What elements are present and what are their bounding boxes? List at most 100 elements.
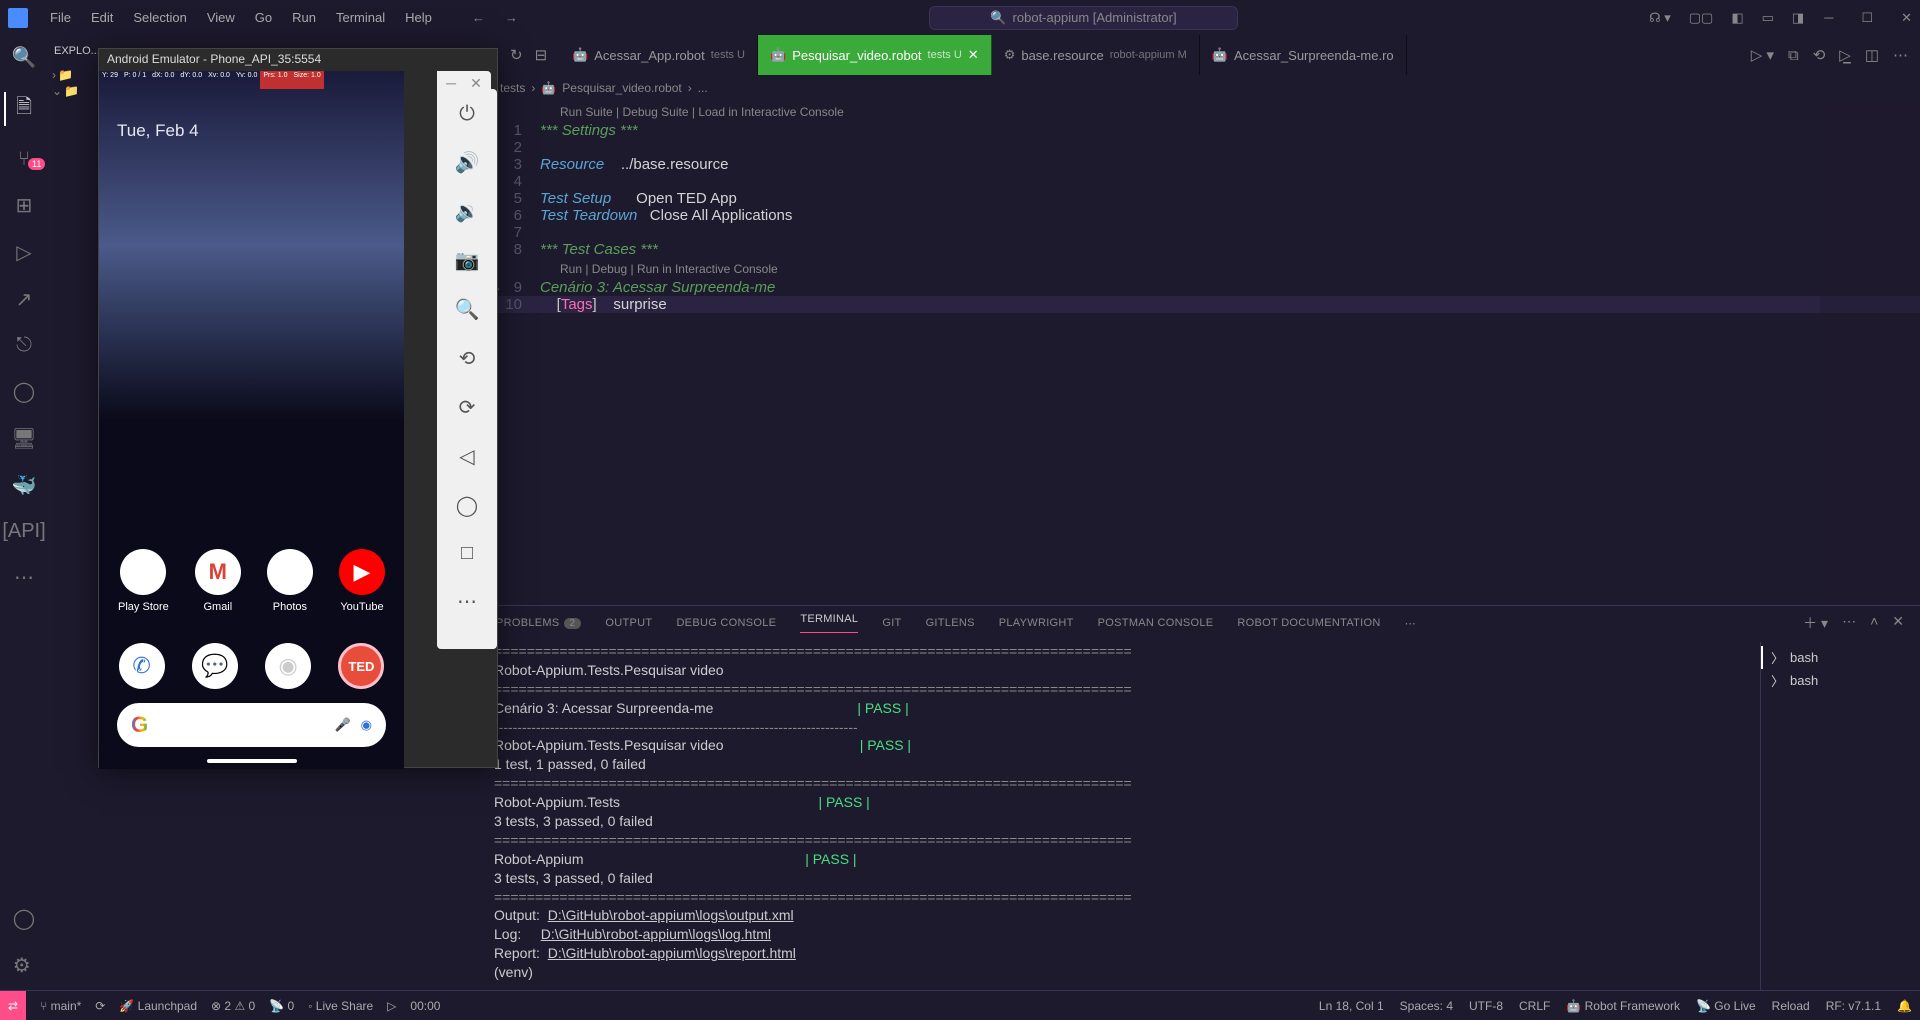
terminal-item[interactable]: 〉bash: [1761, 646, 1916, 669]
panel-tab-terminal[interactable]: TERMINAL: [800, 613, 858, 633]
menu-run[interactable]: Run: [282, 10, 326, 25]
emulator-back-icon[interactable]: ◁: [459, 444, 474, 469]
more-activity-icon[interactable]: ⋯: [14, 565, 34, 590]
panel-tab-debug-console[interactable]: DEBUG CONSOLE: [676, 617, 776, 629]
github-activity-icon[interactable]: ◯: [13, 379, 35, 404]
terminal[interactable]: ========================================…: [494, 642, 1750, 986]
emulator-close-icon[interactable]: ✕: [470, 75, 482, 92]
app-youtube[interactable]: ▶YouTube: [339, 549, 385, 613]
emulator-more-icon[interactable]: ⋯: [457, 589, 477, 614]
panel-tab-playwright[interactable]: PLAYWRIGHT: [999, 617, 1074, 629]
panel-maximize-icon[interactable]: ˄: [1870, 613, 1878, 633]
app-play-store[interactable]: ▶Play Store: [118, 549, 169, 613]
tree-row[interactable]: ⌄📁: [48, 83, 103, 99]
status-liveshare[interactable]: ◦ Live Share: [308, 999, 373, 1013]
app-ted[interactable]: TED: [338, 643, 384, 689]
status-reload[interactable]: Reload: [1772, 999, 1810, 1013]
status-golive[interactable]: 📡 Go Live: [1696, 999, 1756, 1013]
emulator-volume-down-icon[interactable]: 🔉: [455, 199, 480, 224]
panel-more-icon[interactable]: ⋯: [1842, 613, 1856, 633]
search-activity-icon[interactable]: 🔍: [12, 45, 37, 70]
new-terminal-icon[interactable]: ＋ ▾: [1803, 613, 1828, 633]
emulator-overview-icon[interactable]: □: [461, 542, 473, 565]
android-emulator-window[interactable]: Android Emulator - Phone_API_35:5554 ─ ✕…: [98, 48, 498, 768]
api-activity-icon[interactable]: [API]: [2, 520, 45, 543]
window-close-icon[interactable]: ✕: [1901, 10, 1912, 26]
codelens-suite[interactable]: Run Suite | Debug Suite | Load in Intera…: [480, 101, 1920, 122]
history-icon[interactable]: ⟲: [1813, 46, 1826, 64]
account-icon[interactable]: ◯: [13, 906, 35, 931]
panel-close-icon[interactable]: ✕: [1892, 613, 1904, 633]
emulator-screenshot-icon[interactable]: 📷: [455, 248, 480, 273]
menu-terminal[interactable]: Terminal: [326, 10, 395, 25]
status-bell-icon[interactable]: 🔔: [1897, 999, 1912, 1013]
breadcrumb-item[interactable]: tests: [500, 81, 525, 95]
source-control-activity-icon[interactable]: ⑂11: [18, 148, 30, 171]
emulator-zoom-icon[interactable]: 🔍: [455, 297, 480, 322]
layout-editor-icon[interactable]: ▢▢: [1689, 10, 1714, 26]
copilot-icon[interactable]: ☊ ▾: [1649, 10, 1671, 26]
panel-tab-problems[interactable]: PROBLEMS2: [496, 617, 581, 629]
panel-tab-robot-doc[interactable]: ROBOT DOCUMENTATION: [1237, 617, 1380, 629]
panel-tab-postman[interactable]: POSTMAN CONSOLE: [1098, 617, 1214, 629]
status-debug-start[interactable]: ▷: [387, 999, 396, 1013]
terminal-item[interactable]: 〉bash: [1765, 669, 1916, 692]
menu-file[interactable]: File: [40, 10, 81, 25]
status-cursor[interactable]: Ln 18, Col 1: [1319, 999, 1384, 1013]
command-center[interactable]: 🔍 robot-appium [Administrator]: [929, 6, 1237, 30]
split-editor-icon[interactable]: ◫: [1865, 46, 1879, 64]
status-language[interactable]: 🤖 Robot Framework: [1566, 999, 1680, 1013]
tab-acessar-surpreenda[interactable]: 🤖 Acessar_Surpreenda-me.ro: [1200, 35, 1407, 75]
codelens-testcase[interactable]: Run | Debug | Run in Interactive Console: [480, 258, 1920, 279]
layout-sidebar-left-icon[interactable]: ◧: [1731, 10, 1743, 26]
layout-sidebar-right-icon[interactable]: ◨: [1792, 10, 1804, 26]
settings-gear-icon[interactable]: ⚙: [13, 953, 35, 978]
emulator-power-icon[interactable]: ⏻: [459, 103, 475, 126]
status-rf-version[interactable]: RF: v7.1.1: [1826, 999, 1881, 1013]
status-problems[interactable]: ⊗ 2 ⚠ 0: [211, 999, 255, 1013]
code-editor[interactable]: Run Suite | Debug Suite | Load in Intera…: [480, 101, 1920, 605]
menu-help[interactable]: Help: [395, 10, 442, 25]
lens-icon[interactable]: ◉: [361, 717, 372, 733]
app-photos[interactable]: ✿Photos: [267, 549, 313, 613]
tab-base-resource[interactable]: ⚙ base.resource robot-appium M: [992, 35, 1200, 75]
status-spaces[interactable]: Spaces: 4: [1400, 999, 1453, 1013]
panel-tab-output[interactable]: OUTPUT: [605, 617, 652, 629]
app-chrome[interactable]: ◉: [265, 643, 311, 689]
emulator-search-bar[interactable]: G 🎤 ◉: [117, 703, 386, 747]
emulator-home-icon[interactable]: ◯: [456, 493, 478, 518]
menu-go[interactable]: Go: [245, 10, 282, 25]
window-minimize-icon[interactable]: ─: [1824, 10, 1833, 26]
nav-forward-icon[interactable]: →: [505, 10, 518, 25]
panel-tab-overflow-icon[interactable]: ⋯: [1405, 617, 1416, 630]
minimap[interactable]: [1820, 101, 1920, 605]
window-maximize-icon[interactable]: ☐: [1861, 10, 1873, 26]
remote-activity-icon[interactable]: ⎋: [16, 334, 32, 357]
nav-back-icon[interactable]: ←: [472, 10, 485, 25]
run-alt-icon[interactable]: ▷̲: [1839, 46, 1851, 64]
tab-close-icon[interactable]: ✕: [968, 47, 979, 63]
status-encoding[interactable]: UTF-8: [1469, 999, 1503, 1013]
panel-tab-git[interactable]: GIT: [882, 617, 901, 629]
docker-activity-icon[interactable]: 🐳: [12, 473, 37, 498]
extensions-activity-icon[interactable]: ⊞: [16, 193, 33, 218]
menu-edit[interactable]: Edit: [81, 10, 123, 25]
share-activity-icon[interactable]: ↗: [16, 287, 33, 312]
emulator-rotate-right-icon[interactable]: ⟳: [459, 395, 476, 420]
status-ports[interactable]: 📡 0: [269, 999, 294, 1013]
tab-pesquisar-video[interactable]: 🤖 Pesquisar_video.robot tests U ✕: [758, 35, 992, 75]
remote-explorer-activity-icon[interactable]: 🖥: [11, 426, 36, 451]
remote-indicator[interactable]: ⇄: [0, 991, 26, 1020]
status-sync-icon[interactable]: ⟳: [95, 999, 105, 1013]
breadcrumbs[interactable]: tests› 🤖 Pesquisar_video.robot› ...: [480, 75, 1920, 101]
run-debug-activity-icon[interactable]: ▷: [16, 240, 31, 265]
emulator-volume-up-icon[interactable]: 🔊: [455, 150, 480, 175]
collapse-icon[interactable]: ⊟: [535, 46, 548, 64]
status-branch[interactable]: ⑂ main*: [40, 999, 81, 1013]
tree-row[interactable]: ›📁: [48, 67, 103, 83]
run-icon[interactable]: ▷ ▾: [1751, 46, 1774, 64]
breadcrumb-item[interactable]: ...: [698, 81, 708, 95]
emulator-minimize-icon[interactable]: ─: [446, 75, 456, 92]
compare-icon[interactable]: ⧉: [1788, 47, 1799, 64]
more-actions-icon[interactable]: ⋯: [1893, 46, 1908, 64]
